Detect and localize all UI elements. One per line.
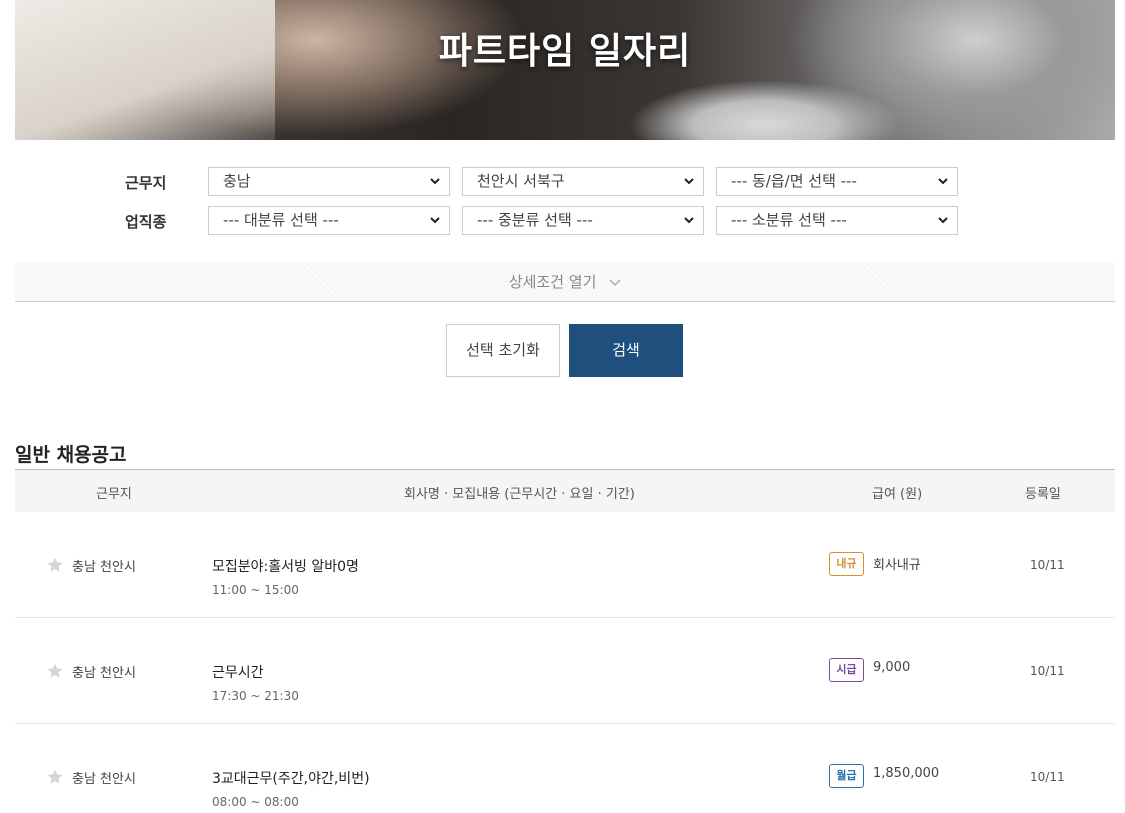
detail-toggle-label: 상세조건 열기 <box>508 273 597 291</box>
row-location: 충남 천안시 <box>72 560 136 575</box>
province-select-value: 충남 <box>223 172 251 190</box>
row-date: 10/11 <box>1030 770 1065 784</box>
town-select[interactable]: --- 동/읍/면 선택 --- <box>716 167 958 196</box>
reset-button[interactable]: 선택 초기화 <box>446 324 560 377</box>
row-date: 10/11 <box>1030 558 1065 572</box>
row-pay: 1,850,000 <box>873 766 940 781</box>
row-location: 충남 천안시 <box>72 666 136 681</box>
town-select-value: --- 동/읍/면 선택 --- <box>731 172 857 190</box>
table-row[interactable]: 충남 천안시 모집분야:홀서빙 알바0명 11:00 ~ 15:00 내규 회사… <box>15 512 1115 618</box>
row-time: 17:30 ~ 21:30 <box>212 689 299 703</box>
pay-type-badge: 시급 <box>829 658 864 682</box>
row-pay: 회사내규 <box>873 558 921 573</box>
chevron-down-icon <box>684 178 694 185</box>
table-header: 근무지 회사명 · 모집내용 (근무시간 · 요일 · 기간) 급여 (원) 등… <box>15 469 1115 512</box>
row-location: 충남 천안시 <box>72 772 136 787</box>
page-title: 파트타임 일자리 <box>438 31 692 72</box>
row-title[interactable]: 근무시간 <box>212 662 264 682</box>
star-icon[interactable] <box>46 768 64 786</box>
category-mid-select-value: --- 중분류 선택 --- <box>477 211 593 229</box>
row-date: 10/11 <box>1030 664 1065 678</box>
column-header-location: 근무지 <box>96 487 132 502</box>
pay-type-badge: 월급 <box>829 764 864 788</box>
section-title: 일반 채용공고 <box>15 444 127 466</box>
search-button[interactable]: 검색 <box>569 324 683 377</box>
row-time: 08:00 ~ 08:00 <box>212 795 299 809</box>
column-header-date: 등록일 <box>1025 487 1061 502</box>
row-title[interactable]: 3교대근무(주간,야간,비번) <box>212 768 370 788</box>
chevron-down-icon <box>684 217 694 224</box>
province-select[interactable]: 충남 <box>208 167 450 196</box>
hero-banner: 파트타임 일자리 <box>15 0 1115 140</box>
row-time: 11:00 ~ 15:00 <box>212 583 299 597</box>
city-select[interactable]: 천안시 서북구 <box>462 167 704 196</box>
row-title[interactable]: 모집분야:홀서빙 알바0명 <box>212 556 359 576</box>
table-row[interactable]: 충남 천안시 근무시간 17:30 ~ 21:30 시급 9,000 10/11 <box>15 618 1115 724</box>
column-header-pay: 급여 (원) <box>872 487 923 502</box>
chevron-down-icon <box>938 178 948 185</box>
category-mid-select[interactable]: --- 중분류 선택 --- <box>462 206 704 235</box>
job-filter-label: 업직종 <box>125 213 167 231</box>
chevron-down-icon <box>430 217 440 224</box>
category-minor-select-value: --- 소분류 선택 --- <box>731 211 847 229</box>
detail-conditions-toggle[interactable]: 상세조건 열기 <box>15 262 1115 302</box>
location-filter-label: 근무지 <box>125 174 167 192</box>
star-icon[interactable] <box>46 662 64 680</box>
column-header-content: 회사명 · 모집내용 (근무시간 · 요일 · 기간) <box>404 487 635 502</box>
category-major-select[interactable]: --- 대분류 선택 --- <box>208 206 450 235</box>
table-row[interactable]: 충남 천안시 3교대근무(주간,야간,비번) 08:00 ~ 08:00 월급 … <box>15 724 1115 813</box>
chevron-down-icon <box>609 278 621 286</box>
city-select-value: 천안시 서북구 <box>477 172 565 190</box>
star-icon[interactable] <box>46 556 64 574</box>
pay-type-badge: 내규 <box>829 552 864 576</box>
category-major-select-value: --- 대분류 선택 --- <box>223 211 339 229</box>
category-minor-select[interactable]: --- 소분류 선택 --- <box>716 206 958 235</box>
chevron-down-icon <box>430 178 440 185</box>
chevron-down-icon <box>938 217 948 224</box>
row-pay: 9,000 <box>873 660 911 675</box>
